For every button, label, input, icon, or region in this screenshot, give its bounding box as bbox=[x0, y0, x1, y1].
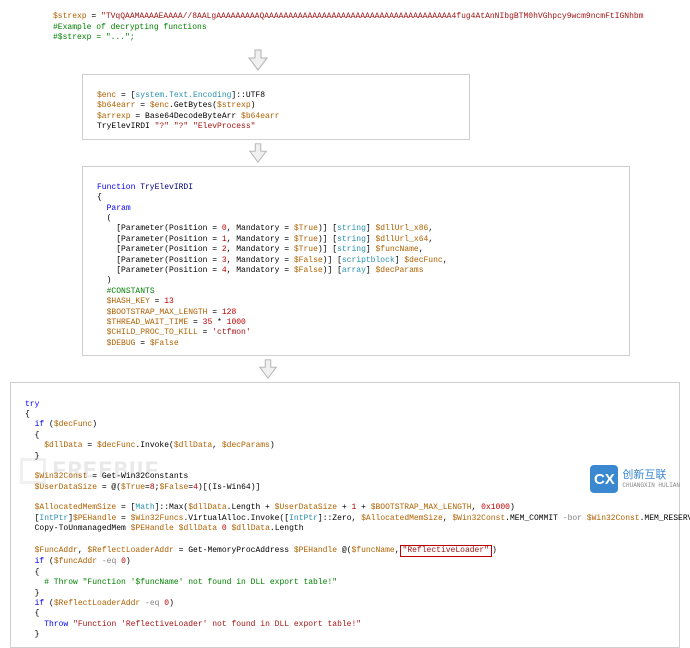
logo-badge-icon: CX bbox=[590, 465, 618, 493]
arrow-down-icon bbox=[245, 142, 271, 164]
arrow-down-icon bbox=[255, 358, 281, 380]
logo-subtext: CHUANGXIN HULIAN bbox=[622, 482, 680, 489]
highlighted-string: "ReflectiveLoader" bbox=[400, 545, 492, 557]
comment: #Example of decrypting functions bbox=[53, 23, 207, 32]
code-section-4: try { if ($decFunc) { $dllData = $decFun… bbox=[10, 382, 680, 647]
string: "TVqQAAMAAAAEAAAA//8AALgAAAAAAAAAQAAAAAA… bbox=[101, 12, 644, 21]
arrow-down-icon bbox=[245, 48, 271, 72]
comment: #$strexp = bbox=[53, 33, 106, 42]
code-section-3: Function TryElevIRDI { Param ( [Paramete… bbox=[82, 166, 630, 357]
corner-logo: CX 创新互联 CHUANGXIN HULIAN bbox=[590, 465, 680, 493]
code-section-1: $strexp = "TVqQAAMAAAAEAAAA//8AALgAAAAAA… bbox=[45, 0, 690, 46]
logo-text: 创新互联 bbox=[622, 469, 680, 481]
var: $strexp bbox=[53, 12, 87, 21]
code-section-2: $enc = [system.Text.Encoding]::UTF8 $b64… bbox=[82, 74, 470, 140]
